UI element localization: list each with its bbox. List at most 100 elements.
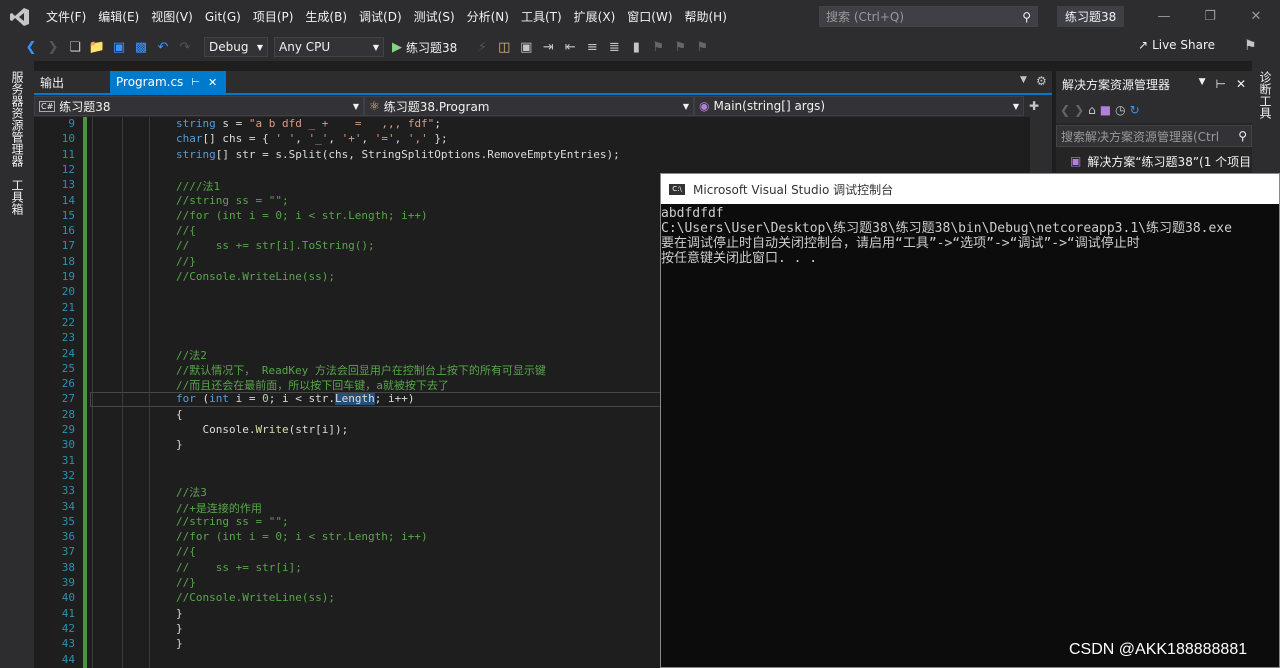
code-text: // ss += str[i]; (176, 560, 302, 574)
save-icon[interactable]: ▣ (108, 36, 130, 58)
split-editor-icon[interactable]: ✚ (1024, 95, 1044, 117)
gear-icon[interactable]: ⚙ (1036, 74, 1047, 88)
diagnostic-tools-tab[interactable]: 诊断工具 (1257, 71, 1274, 119)
comment-icon[interactable]: ≡ (581, 36, 603, 58)
configuration-select[interactable]: Debug ▼ (204, 37, 268, 57)
visual-studio-logo-icon[interactable] (0, 0, 40, 33)
tab-overflow-icon[interactable]: ▼ (1020, 75, 1027, 85)
watermark-text: CSDN @AKK188888881 (1069, 641, 1248, 658)
play-icon: ▶ (392, 39, 402, 55)
toolbox-tab[interactable]: 工具箱 (9, 179, 26, 215)
code-text: //+是连接的作用 (176, 501, 262, 515)
undo-icon[interactable]: ↶ (152, 36, 174, 58)
tab-program-cs[interactable]: Program.cs ⊢ ✕ (110, 71, 226, 93)
minimize-button[interactable]: — (1141, 0, 1187, 33)
console-line: C:\Users\User\Desktop\练习题38\练习题38\bin\De… (661, 221, 1232, 236)
line-number: 15 (61, 208, 75, 222)
menu-item[interactable]: Git(G) (199, 0, 247, 33)
configuration-value: Debug (209, 40, 249, 54)
menu-item[interactable]: 生成(B) (299, 0, 353, 33)
home-icon[interactable]: ⌂ (1088, 103, 1096, 117)
solution-explorer-title: 解决方案资源管理器 (1062, 77, 1171, 92)
uncomment-icon[interactable]: ≣ (603, 36, 625, 58)
code-text: //而且还会在最前面，所以按下回车键，a就被按下去了 (176, 379, 449, 393)
line-number: 9 (68, 117, 75, 130)
maximize-button[interactable]: ❐ (1187, 0, 1233, 33)
code-text: // ss += str[i].ToString(); (176, 239, 375, 253)
start-debug-label: 练习题38 (406, 40, 458, 55)
close-button[interactable]: ✕ (1233, 0, 1279, 33)
close-icon[interactable]: ✕ (208, 76, 217, 89)
line-number: 17 (61, 239, 75, 253)
screenshot-icon[interactable]: ▣ (515, 36, 537, 58)
close-icon[interactable]: ✕ (1236, 77, 1246, 91)
search-placeholder: 搜索 (Ctrl+Q) (826, 10, 905, 24)
clear-bookmarks-icon[interactable]: ⚑ (691, 36, 713, 58)
hot-reload-icon[interactable]: ⚡ (471, 36, 493, 58)
step-icon[interactable]: ⇥ (537, 36, 559, 58)
save-all-icon[interactable]: ▩ (130, 36, 152, 58)
document-tab-strip: 输出 Program.cs ⊢ ✕ (34, 71, 1052, 93)
chevron-down-icon: ▼ (352, 101, 359, 111)
console-title: Microsoft Visual Studio 调试控制台 (693, 182, 894, 197)
line-number: 10 (61, 132, 75, 146)
forward-icon[interactable]: ❯ (42, 36, 64, 58)
start-debug-button[interactable]: ▶ 练习题38 (392, 39, 457, 56)
debug-console-window[interactable]: C:\ Microsoft Visual Studio 调试控制台 abdfdf… (660, 173, 1280, 668)
code-text: //Console.WriteLine(ss); (176, 591, 335, 605)
member-select[interactable]: ◉ Main(string[] args) ▼ (694, 96, 1024, 116)
line-number: 38 (61, 560, 75, 574)
menu-item[interactable]: 窗口(W) (621, 0, 678, 33)
sync-icon[interactable]: ↻ (1130, 103, 1140, 117)
pin-icon[interactable]: ⊢ (191, 77, 200, 88)
menu-item[interactable]: 帮助(H) (679, 0, 733, 33)
vs-switch-icon[interactable]: ■ (1100, 103, 1111, 117)
menu-item[interactable]: 文件(F) (40, 0, 92, 33)
line-number: 13 (61, 178, 75, 192)
menu-bar: 文件(F) 编辑(E) 视图(V) Git(G) 项目(P) 生成(B) 调试(D) 测试(S… (0, 0, 1280, 33)
history-icon[interactable]: ◷ (1115, 103, 1125, 117)
project-select-value: 练习题38 (59, 99, 111, 114)
menu-item[interactable]: 扩展(X) (568, 0, 622, 33)
redo-icon[interactable]: ↷ (174, 36, 196, 58)
search-input[interactable]: 搜索 (Ctrl+Q) ⚲ (819, 6, 1038, 27)
console-line: abdfdfdf (661, 206, 724, 221)
open-folder-icon[interactable]: 📁 (86, 36, 108, 58)
new-project-icon[interactable]: ❏ (64, 36, 86, 58)
menu-item[interactable]: 项目(P) (247, 0, 300, 33)
platform-select[interactable]: Any CPU ▼ (274, 37, 384, 57)
back-icon[interactable]: ❮ (1060, 103, 1070, 117)
prev-bookmark-icon[interactable]: ⚑ (647, 36, 669, 58)
live-share-button[interactable]: ↗ Live Share (1138, 38, 1215, 52)
class-select[interactable]: ⚛ 练习题38.Program ▼ (364, 96, 694, 116)
browse-icon[interactable]: ◫ (493, 36, 515, 58)
solution-search-input[interactable]: 搜索解决方案资源管理器(Ctrl ⚲ (1056, 125, 1252, 147)
server-explorer-tab[interactable]: 服务器资源管理器 (9, 71, 26, 167)
solution-root-node[interactable]: ▣ 解决方案“练习题38”(1 个项目 (1056, 149, 1252, 173)
bookmark-icon[interactable]: ▮ (625, 36, 647, 58)
menu-item[interactable]: 测试(S) (408, 0, 461, 33)
line-number: 44 (61, 652, 75, 666)
menu-item[interactable]: 调试(D) (353, 0, 408, 33)
line-number: 30 (61, 438, 75, 452)
menu-item[interactable]: 编辑(E) (92, 0, 145, 33)
indent-icon[interactable]: ⇤ (559, 36, 581, 58)
line-number: 37 (61, 545, 75, 559)
forward-icon[interactable]: ❯ (1074, 103, 1084, 117)
code-text: } (176, 621, 183, 635)
code-text: //string ss = ""; (176, 514, 289, 528)
tab-output[interactable]: 输出 (34, 71, 110, 93)
pin-icon[interactable]: ⊢ (1215, 77, 1225, 91)
next-bookmark-icon[interactable]: ⚑ (669, 36, 691, 58)
menu-item[interactable]: 视图(V) (145, 0, 199, 33)
feedback-icon[interactable]: ⚑ (1244, 38, 1257, 54)
menu-item[interactable]: 分析(N) (461, 0, 515, 33)
code-text: string[] str = s.Split(chs, StringSplitO… (176, 147, 620, 161)
line-number: 20 (61, 285, 75, 299)
project-select[interactable]: C# 练习题38 ▼ (34, 96, 364, 116)
back-icon[interactable]: ❮ (20, 36, 42, 58)
menu-item[interactable]: 工具(T) (515, 0, 568, 33)
standard-toolbar: ❮ ❯ ❏ 📁 ▣ ▩ ↶ ↷ Debug ▼ Any CPU ▼ ▶ 练习题3… (0, 33, 1280, 61)
line-number: 43 (61, 637, 75, 651)
chevron-down-icon[interactable]: ▼ (1199, 77, 1206, 91)
